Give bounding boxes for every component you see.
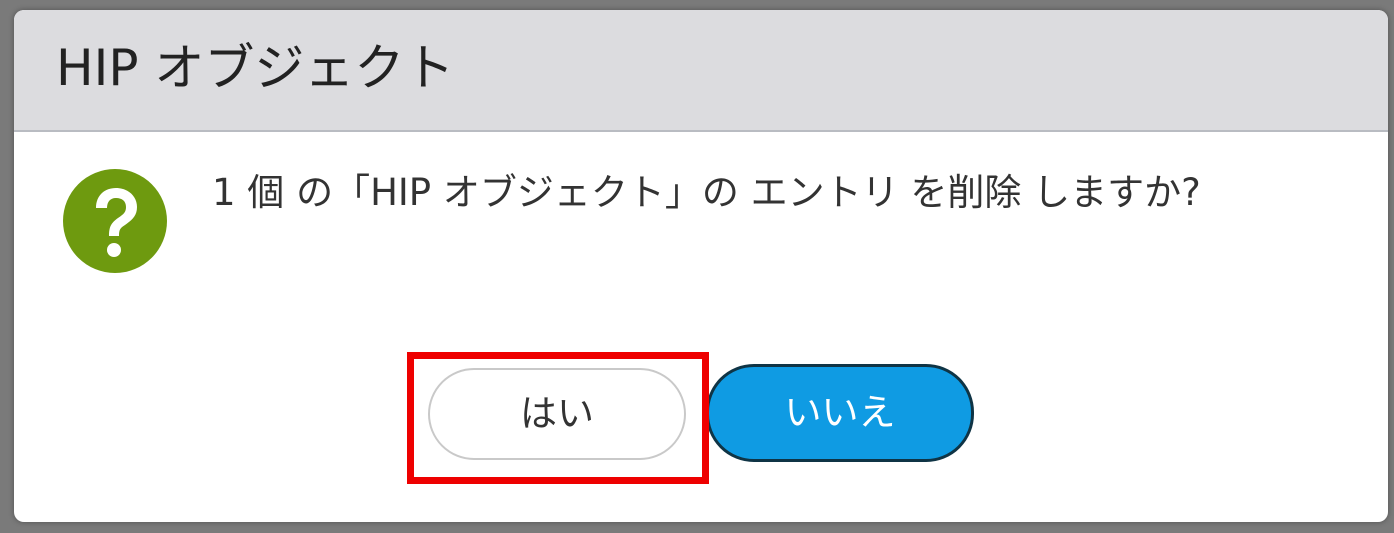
confirm-message: 1 個 の「HIP オブジェクト」の エントリ を削除 しますか? xyxy=(212,171,1201,214)
confirm-dialog: HIP オブジェクト 1 個 の「HIP オブジェクト」の エントリ を削除 し… xyxy=(14,10,1388,522)
no-button[interactable]: いいえ xyxy=(706,364,974,462)
dialog-title: HIP オブジェクト xyxy=(56,39,455,97)
question-icon xyxy=(62,168,168,274)
question-icon-svg xyxy=(63,169,167,273)
dialog-header: HIP オブジェクト xyxy=(14,10,1388,132)
yes-button[interactable]: はい xyxy=(428,368,686,460)
